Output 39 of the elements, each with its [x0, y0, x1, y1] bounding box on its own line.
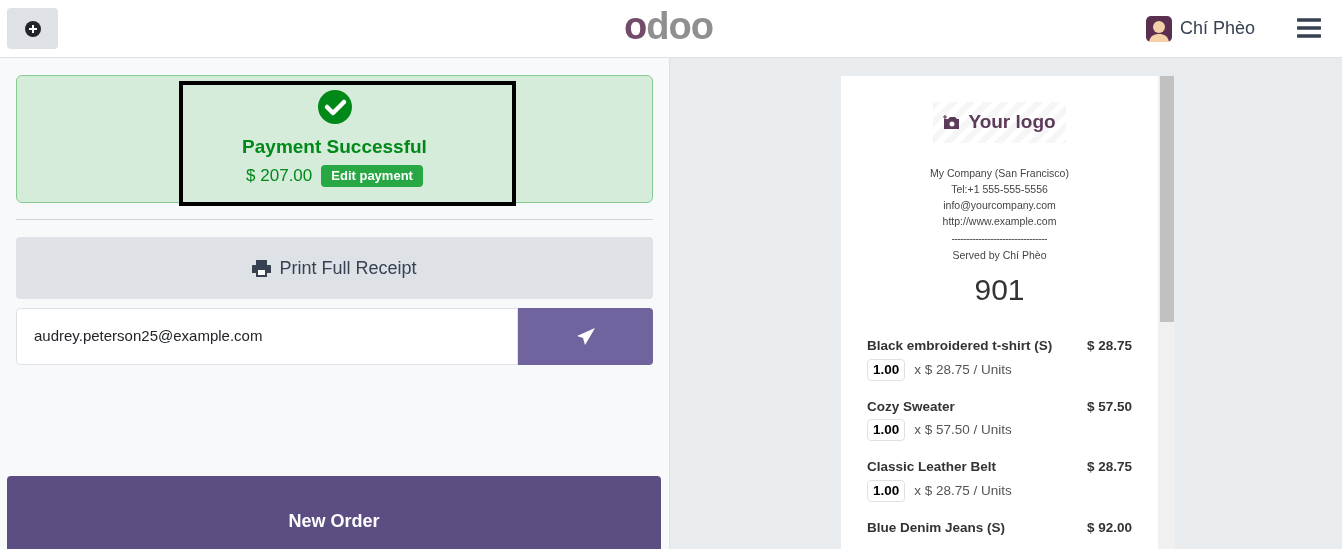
company-info-line: http://www.example.com — [942, 214, 1057, 230]
line-price: $ 92.00 — [1086, 518, 1132, 537]
product-name: Cozy Sweater — [867, 397, 955, 416]
company-info-line: My Company (San Francisco) — [930, 165, 1069, 181]
email-input[interactable]: audrey.peterson25@example.com — [16, 308, 518, 365]
product-name: Blue Denim Jeans (S) — [867, 518, 1006, 537]
line-price: $ 57.50 — [1086, 397, 1132, 416]
menu-icon — [1297, 17, 1321, 38]
menu-button[interactable] — [1297, 17, 1321, 40]
company-info-line: Tel:+1 555-555-5556 — [951, 181, 1048, 197]
dashed-separator: -------------------------------- — [951, 230, 1048, 246]
product-name: Classic Leather Belt — [867, 458, 997, 477]
line-price: $ 28.75 — [1086, 337, 1132, 356]
unit-price: x $ 28.75 / Units — [914, 481, 1012, 500]
payment-amount: $ 207.00 — [246, 165, 313, 187]
odoo-logo: odoo — [624, 4, 713, 48]
scrollbar[interactable] — [1158, 76, 1175, 549]
send-icon — [575, 326, 596, 347]
order-number: 901 — [974, 272, 1025, 309]
quantity-value: 1.00 — [867, 479, 906, 502]
add-button[interactable] — [7, 8, 58, 49]
user-name[interactable]: Chí Phèo — [1179, 15, 1255, 42]
new-order-button[interactable]: New Order — [7, 476, 661, 549]
product-name: Black embroidered t-shirt (S) — [867, 337, 1053, 356]
line-price: $ 28.75 — [1086, 458, 1132, 477]
served-by-text: Served by Chí Phèo — [952, 248, 1047, 263]
company-info-line: info@yourcompany.com — [943, 198, 1056, 214]
avatar-icon — [1145, 15, 1172, 42]
print-receipt-button[interactable]: Print Full Receipt — [16, 237, 653, 299]
printer-icon — [252, 259, 272, 277]
plus-icon — [24, 20, 41, 37]
unit-price: x $ 28.75 / Units — [914, 360, 1012, 379]
quantity-value: 1.00 — [867, 419, 906, 442]
payment-title: Payment Successful — [242, 134, 427, 159]
logo-text: Your logo — [968, 110, 1056, 134]
camera-icon — [943, 114, 961, 130]
check-circle-icon — [317, 89, 352, 124]
quantity-value: 1.00 — [867, 358, 906, 381]
unit-price: x $ 57.50 / Units — [914, 421, 1012, 440]
